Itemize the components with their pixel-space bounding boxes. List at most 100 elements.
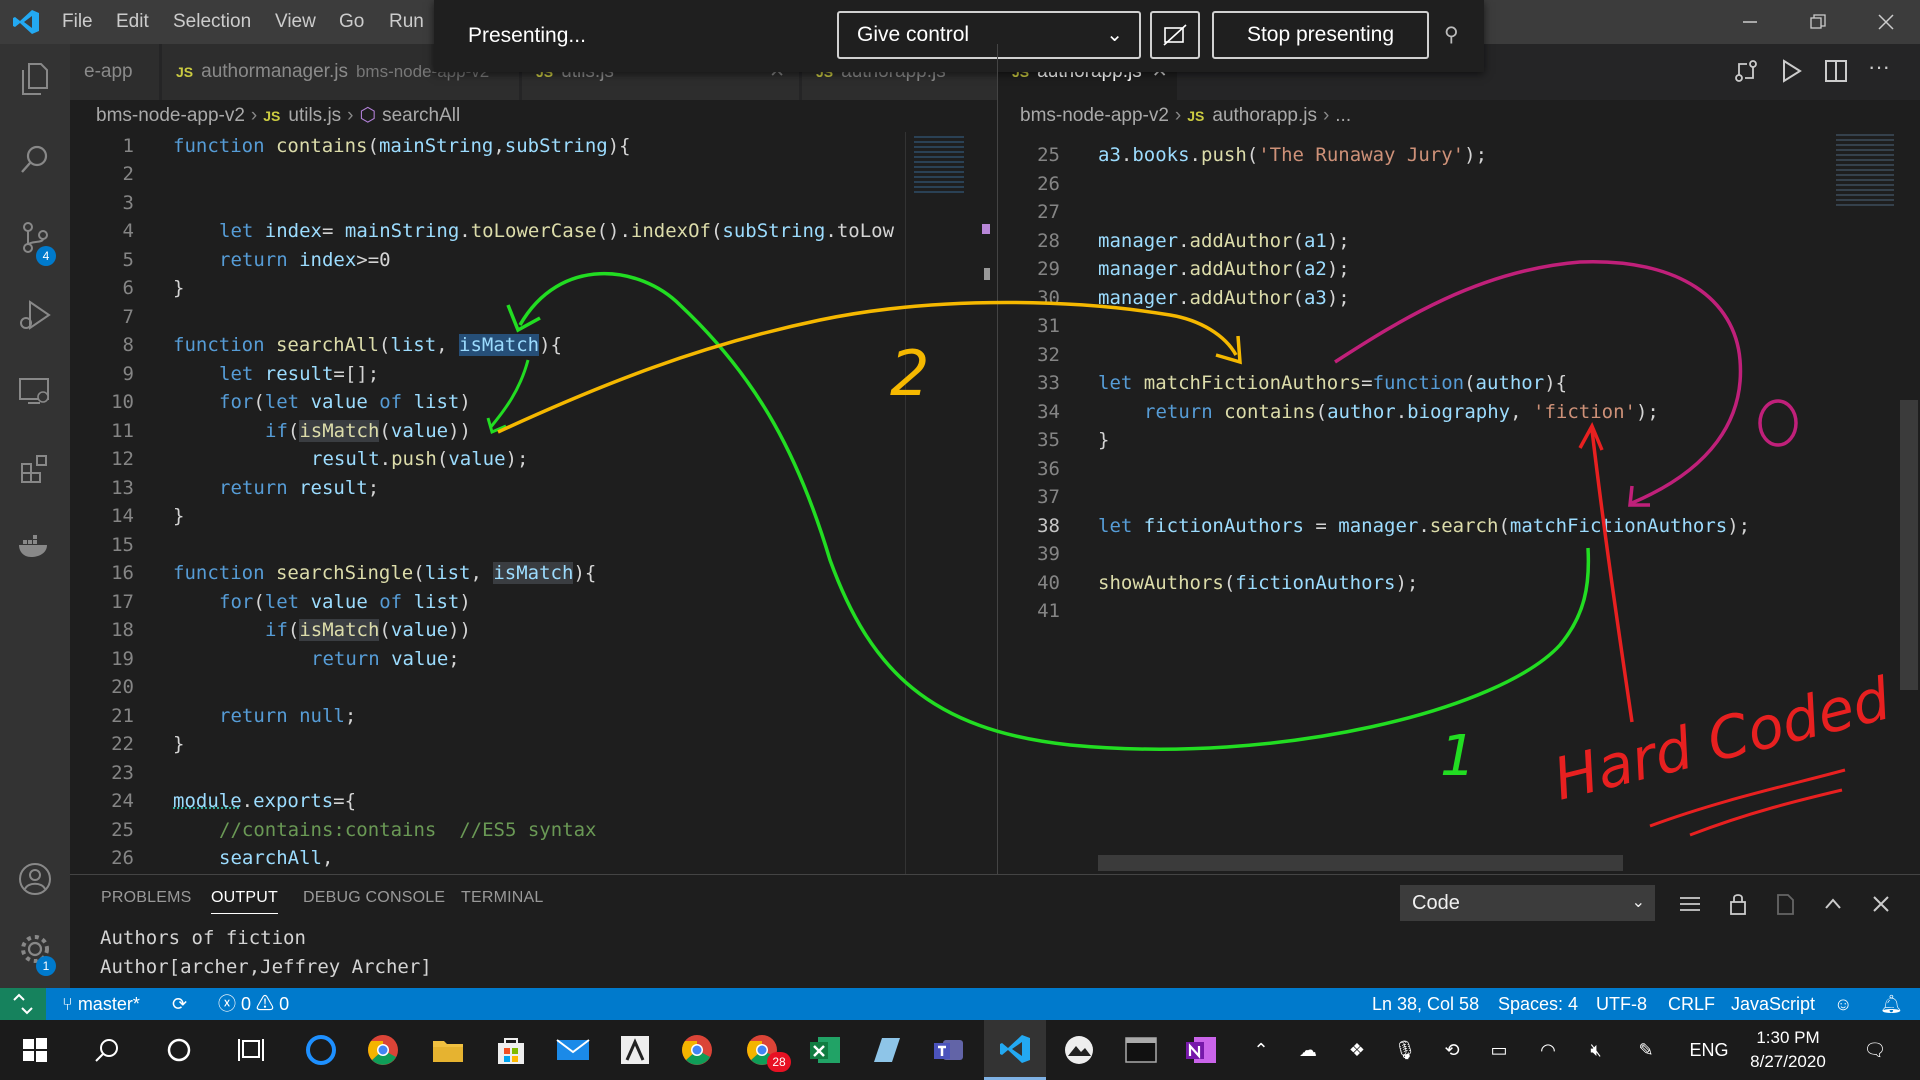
onenote-button[interactable] <box>1170 1020 1232 1080</box>
chrome-app-button[interactable]: 28 <box>731 1020 793 1080</box>
volume-muted-icon[interactable]: 🔇︎ <box>1576 1020 1616 1080</box>
breadcrumb-symbol[interactable]: searchAll <box>382 105 460 126</box>
vscode-taskbar-button[interactable] <box>984 1020 1046 1080</box>
menu-edit[interactable]: Edit <box>106 0 159 44</box>
run-debug-button[interactable] <box>0 280 70 350</box>
line-number: 32 <box>1037 344 1060 366</box>
chrome-button[interactable] <box>352 1020 414 1080</box>
source-control-button[interactable]: 4 <box>0 202 70 272</box>
remote-indicator-button[interactable] <box>0 988 46 1020</box>
docker-button[interactable] <box>0 510 70 580</box>
file-explorer-button[interactable] <box>417 1020 479 1080</box>
split-editor-button[interactable] <box>1823 58 1849 89</box>
tab-debug-console[interactable]: DEBUG CONSOLE <box>303 889 445 907</box>
breadcrumb-folder[interactable]: bms-node-app-v2 <box>96 105 245 126</box>
branch-indicator[interactable]: ⑂ master* <box>62 988 140 1020</box>
language-mode[interactable]: JavaScript <box>1731 988 1815 1020</box>
cortana-button[interactable] <box>148 1020 210 1080</box>
indentation[interactable]: Spaces: 4 <box>1498 988 1578 1020</box>
tab-terminal[interactable]: TERMINAL <box>461 889 544 907</box>
lock-scroll-button[interactable] <box>1723 889 1753 919</box>
show-hidden-icons[interactable]: ⌃ <box>1243 1020 1279 1080</box>
dropbox-icon[interactable]: ❖ <box>1337 1020 1377 1080</box>
terminal-button[interactable] <box>1110 1020 1172 1080</box>
start-button[interactable] <box>4 1020 66 1080</box>
feedback-icon[interactable]: ☺ <box>1834 988 1852 1020</box>
give-control-dropdown[interactable]: Give control ⌄ <box>837 11 1141 59</box>
remote-explorer-button[interactable] <box>0 356 70 426</box>
breadcrumb-more[interactable]: ... <box>1335 105 1351 126</box>
pin-icon[interactable]: ⚲ <box>1444 22 1459 47</box>
tab-output[interactable]: OUTPUT <box>211 889 278 914</box>
vertical-scrollbar[interactable] <box>1900 400 1918 690</box>
pen-icon[interactable]: ✎ <box>1626 1020 1666 1080</box>
cursor-position[interactable]: Ln 38, Col 58 <box>1372 988 1479 1020</box>
microphone-icon[interactable]: 🎙︎ <box>1385 1020 1425 1080</box>
task-view-button[interactable] <box>220 1020 282 1080</box>
menu-file[interactable]: File <box>52 0 103 44</box>
maximize-panel-button[interactable] <box>1818 889 1848 919</box>
onedrive-icon[interactable]: ☁ <box>1288 1020 1328 1080</box>
more-actions-icon[interactable]: ··· <box>1868 54 1890 80</box>
onenote-icon <box>1186 1037 1216 1063</box>
activity-bar: 4 1 <box>0 44 70 988</box>
restore-button[interactable] <box>1784 0 1852 44</box>
close-panel-button[interactable] <box>1866 889 1896 919</box>
extensions-button[interactable] <box>0 434 70 504</box>
horizontal-scrollbar[interactable] <box>1098 855 1623 871</box>
store-button[interactable] <box>480 1020 542 1080</box>
source-control-badge: 4 <box>36 246 56 266</box>
input-language[interactable]: ENG <box>1684 1020 1734 1080</box>
left-code-editor[interactable]: 1 function contains(mainString,subString)… <box>70 132 975 874</box>
stop-presenting-button[interactable]: Stop presenting <box>1212 11 1429 59</box>
line-ending[interactable]: CRLF <box>1668 988 1715 1020</box>
menu-selection[interactable]: Selection <box>163 0 261 44</box>
menu-go[interactable]: Go <box>329 0 374 44</box>
compare-changes-button[interactable] <box>1733 58 1759 89</box>
output-channel-select[interactable]: Code ⌄ <box>1400 885 1655 921</box>
battery-icon[interactable]: ▭ <box>1479 1020 1519 1080</box>
clock[interactable]: 1:30 PM 8/27/2020 <box>1738 1026 1838 1074</box>
search-button[interactable] <box>0 124 70 194</box>
cortana-app-button[interactable] <box>290 1020 352 1080</box>
search-taskbar-button[interactable] <box>76 1020 138 1080</box>
notes-button[interactable] <box>856 1020 918 1080</box>
explorer-button[interactable] <box>0 44 70 114</box>
menu-view[interactable]: View <box>265 0 326 44</box>
stop-camera-button[interactable] <box>1150 11 1200 59</box>
right-minimap[interactable] <box>1830 132 1900 874</box>
tab-problems[interactable]: PROBLEMS <box>101 889 192 907</box>
encoding[interactable]: UTF-8 <box>1596 988 1647 1020</box>
mail-button[interactable] <box>542 1020 604 1080</box>
teams-button[interactable] <box>918 1020 980 1080</box>
close-window-button[interactable] <box>1852 0 1920 44</box>
notifications-icon[interactable]: 🔔︎ <box>1880 988 1903 1020</box>
action-center-icon[interactable]: 🗨︎ <box>1850 1020 1900 1080</box>
branch-name: master* <box>77 994 140 1014</box>
settings-button[interactable]: 1 <box>0 914 70 984</box>
tab-e-app[interactable]: e-app <box>70 44 160 100</box>
line-number: 2 <box>122 163 134 185</box>
clear-output-button[interactable] <box>1675 889 1705 919</box>
sync-icon[interactable]: ⟳ <box>172 988 187 1020</box>
breadcrumb-folder[interactable]: bms-node-app-v2 <box>1020 105 1169 126</box>
app-button[interactable] <box>1048 1020 1110 1080</box>
menu-run[interactable]: Run <box>379 0 434 44</box>
left-minimap[interactable] <box>905 132 990 874</box>
run-file-button[interactable] <box>1778 58 1804 89</box>
breadcrumb-file[interactable]: utils.js <box>288 105 341 126</box>
open-log-button[interactable] <box>1770 889 1800 919</box>
breadcrumb-file[interactable]: authorapp.js <box>1212 105 1317 126</box>
kindle-button[interactable] <box>604 1020 666 1080</box>
line-number: 38 <box>1037 515 1060 537</box>
wifi-icon[interactable]: ◠ <box>1528 1020 1568 1080</box>
line-number: 16 <box>111 562 134 584</box>
excel-button[interactable] <box>794 1020 856 1080</box>
update-icon[interactable]: ⟲ <box>1432 1020 1472 1080</box>
problems-indicator[interactable]: ⓧ 0 ⚠ 0 <box>218 988 289 1020</box>
minimize-button[interactable] <box>1716 0 1784 44</box>
chrome-profile-button[interactable] <box>666 1020 728 1080</box>
accounts-button[interactable] <box>0 844 70 914</box>
notification-badge: 28 <box>767 1052 791 1072</box>
right-code-editor[interactable]: 25 a3.books.push('The Runaway Jury'); 26 … <box>998 132 1920 874</box>
